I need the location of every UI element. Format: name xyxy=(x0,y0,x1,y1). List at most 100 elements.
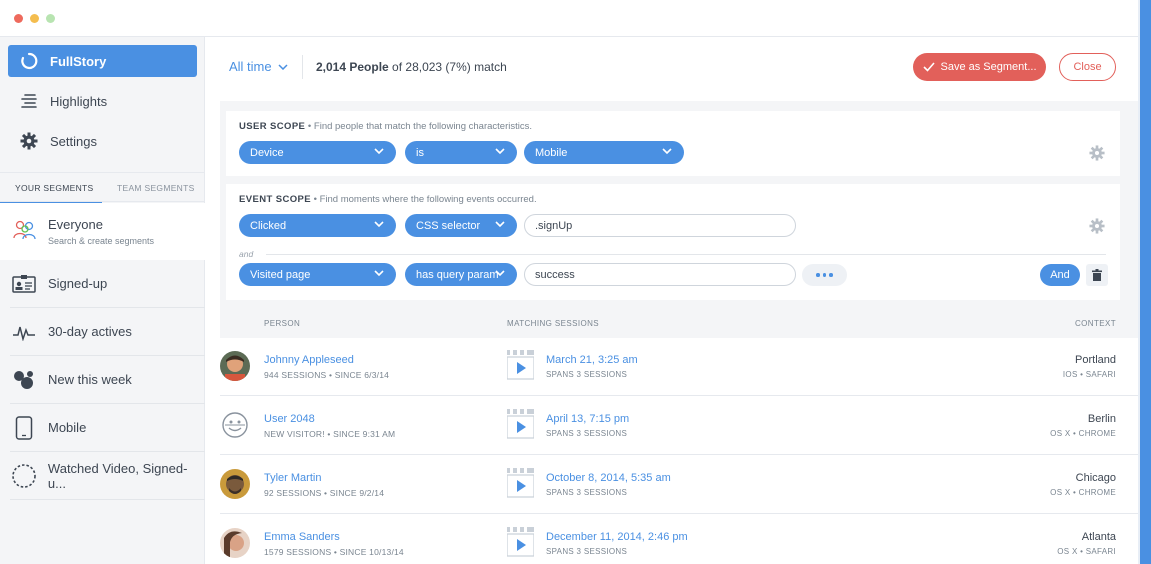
nav-item-fullstory[interactable]: FullStory xyxy=(8,45,197,77)
query-param-input[interactable]: success xyxy=(524,263,796,286)
context-platform: OS X • CHROME xyxy=(1050,488,1116,497)
chevron-down-icon xyxy=(278,63,288,70)
tab-your-segments[interactable]: YOUR SEGMENTS xyxy=(0,183,102,204)
checkmark-icon xyxy=(922,62,935,72)
time-range-dropdown[interactable]: All time xyxy=(229,59,288,74)
user-value-dropdown[interactable]: Mobile xyxy=(524,141,684,164)
chevron-down-icon xyxy=(495,221,505,228)
nav-item-highlights[interactable]: Highlights xyxy=(8,85,197,117)
person-name[interactable]: Tyler Martin xyxy=(264,472,321,484)
session-span: SPANS 3 SESSIONS xyxy=(546,488,628,497)
window-close-button[interactable] xyxy=(14,14,23,23)
divider xyxy=(302,55,303,79)
match-count: 2,014 People xyxy=(316,60,389,74)
nav-item-label: Highlights xyxy=(50,93,108,109)
segment-label: Signed-up xyxy=(48,276,108,291)
event-operator-value: CSS selector xyxy=(416,219,481,232)
table-row[interactable]: Tyler Martin 92 SESSIONS • SINCE 9/2/14 … xyxy=(220,456,1138,514)
context-platform: OS X • SAFARI xyxy=(1057,547,1116,556)
filter-panel: USER SCOPE • Find people that match the … xyxy=(220,101,1138,311)
app-window: FullStory Highlights Settings YOUR SEGME… xyxy=(0,0,1138,564)
segment-everyone[interactable]: Everyone Search & create segments xyxy=(0,203,205,260)
segment-new-this-week[interactable]: New this week xyxy=(10,356,205,404)
avatar xyxy=(220,351,250,381)
and-button[interactable]: And xyxy=(1040,264,1080,286)
window-minimize-button[interactable] xyxy=(30,14,39,23)
column-header-person: PERSON xyxy=(264,319,301,328)
match-rest: of 28,023 (7%) match xyxy=(388,60,507,74)
table-row[interactable]: User 2048 NEW VISITOR! • SINCE 9:31 AM A… xyxy=(220,397,1138,455)
more-options-button[interactable] xyxy=(802,264,847,286)
table-row[interactable]: Johnny Appleseed 944 SESSIONS • SINCE 6/… xyxy=(220,338,1138,396)
play-session-icon[interactable] xyxy=(507,527,534,557)
pulse-icon xyxy=(10,318,38,346)
segment-label: New this week xyxy=(48,372,132,387)
event-operator-dropdown[interactable]: CSS selector xyxy=(405,214,517,237)
trash-icon xyxy=(1092,269,1102,281)
user-field-dropdown[interactable]: Device xyxy=(239,141,396,164)
divider xyxy=(266,254,1106,255)
chevron-down-icon xyxy=(495,270,505,277)
play-session-icon[interactable] xyxy=(507,409,534,439)
segment-label: 30-day actives xyxy=(48,324,132,339)
session-date[interactable]: October 8, 2014, 5:35 am xyxy=(546,472,671,484)
save-segment-button[interactable]: Save as Segment... xyxy=(913,53,1046,81)
play-session-icon[interactable] xyxy=(507,468,534,498)
session-span: SPANS 3 SESSIONS xyxy=(546,429,628,438)
segment-signed-up[interactable]: Signed-up xyxy=(10,260,205,308)
user-field-value: Device xyxy=(250,146,284,159)
background-edge xyxy=(1138,0,1151,564)
user-scope-heading: USER SCOPE • Find people that match the … xyxy=(239,121,532,132)
avatar xyxy=(220,469,250,499)
window-maximize-button[interactable] xyxy=(46,14,55,23)
delete-button[interactable] xyxy=(1086,264,1108,286)
event-operator-value: has query param xyxy=(416,268,499,281)
user-operator-dropdown[interactable]: is xyxy=(405,141,517,164)
people-icon xyxy=(12,219,38,246)
anonymous-user-icon xyxy=(220,410,250,440)
segment-tabs: YOUR SEGMENTS TEAM SEGMENTS xyxy=(0,172,205,204)
session-date[interactable]: March 21, 3:25 am xyxy=(546,354,638,366)
id-card-icon xyxy=(10,270,38,298)
event-type-value: Clicked xyxy=(250,219,287,232)
chevron-down-icon xyxy=(495,148,505,155)
context-city: Atlanta xyxy=(1081,531,1116,543)
and-connector-label: and xyxy=(239,249,254,259)
close-button[interactable]: Close xyxy=(1059,53,1116,81)
table-row[interactable]: Emma Sanders 1579 SESSIONS • SINCE 10/13… xyxy=(220,515,1138,564)
tab-team-segments[interactable]: TEAM SEGMENTS xyxy=(117,183,195,193)
person-name[interactable]: Emma Sanders xyxy=(264,531,340,543)
context-platform: OS X • CHROME xyxy=(1050,429,1116,438)
nav-item-label: FullStory xyxy=(50,53,107,69)
chevron-down-icon xyxy=(662,148,672,155)
gear-icon[interactable] xyxy=(1089,218,1105,234)
play-session-icon[interactable] xyxy=(507,350,534,380)
person-meta: NEW VISITOR! • SINCE 9:31 AM xyxy=(264,429,396,439)
session-span: SPANS 3 SESSIONS xyxy=(546,370,628,379)
session-span: SPANS 3 SESSIONS xyxy=(546,547,628,556)
person-meta: 1579 SESSIONS • SINCE 10/13/14 xyxy=(264,547,404,557)
person-meta: 92 SESSIONS • SINCE 9/2/14 xyxy=(264,488,385,498)
segment-watched-video[interactable]: Watched Video, Signed-u... xyxy=(10,452,205,500)
event-type-dropdown[interactable]: Clicked xyxy=(239,214,396,237)
event-operator-dropdown-2[interactable]: has query param xyxy=(405,263,517,286)
person-name[interactable]: Johnny Appleseed xyxy=(264,354,354,366)
segment-30-day-actives[interactable]: 30-day actives xyxy=(10,308,205,356)
context-city: Berlin xyxy=(1087,413,1116,425)
event-type-dropdown-2[interactable]: Visited page xyxy=(239,263,396,286)
user-scope-desc: • Find people that match the following c… xyxy=(305,121,532,132)
chevron-down-icon xyxy=(374,148,384,155)
context-city: Chicago xyxy=(1075,472,1116,484)
css-selector-input[interactable]: .signUp xyxy=(524,214,796,237)
user-value-text: Mobile xyxy=(535,146,568,159)
match-summary: 2,014 People of 28,023 (7%) match xyxy=(316,60,507,74)
gear-icon[interactable] xyxy=(1089,145,1105,161)
bubbles-icon xyxy=(10,366,38,394)
nav-item-settings[interactable]: Settings xyxy=(8,125,197,157)
person-meta: 944 SESSIONS • SINCE 6/3/14 xyxy=(264,370,390,380)
person-name[interactable]: User 2048 xyxy=(264,413,315,425)
save-segment-label: Save as Segment... xyxy=(940,61,1037,73)
segment-mobile[interactable]: Mobile xyxy=(10,404,205,452)
session-date[interactable]: April 13, 7:15 pm xyxy=(546,413,629,425)
session-date[interactable]: December 11, 2014, 2:46 pm xyxy=(546,531,688,543)
